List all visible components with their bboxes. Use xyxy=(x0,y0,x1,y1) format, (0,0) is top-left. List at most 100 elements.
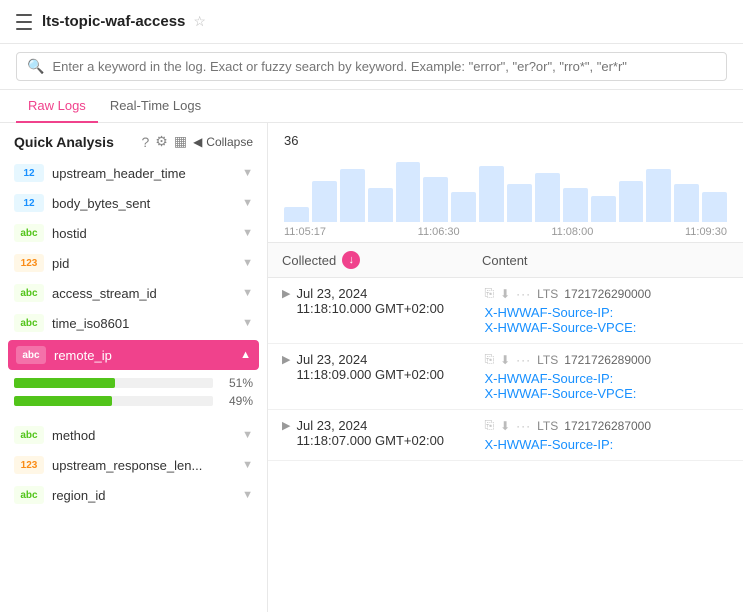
sidebar-item-method[interactable]: abc method ▼ xyxy=(0,420,267,450)
page-title: lts-topic-waf-access xyxy=(42,13,185,30)
download-icon[interactable]: ⬇ xyxy=(500,419,510,433)
type-badge: abc xyxy=(14,486,44,504)
settings-icon[interactable]: ⚙ xyxy=(155,133,168,150)
log-date: Jul 23, 2024 xyxy=(296,286,484,301)
item-name: method xyxy=(52,428,238,443)
sidebar-item-access-stream-id[interactable]: abc access_stream_id ▼ xyxy=(0,278,267,308)
log-right: ⎘ ⬇ ··· LTS 1721726287000 X-HWWAF-Source… xyxy=(484,418,729,452)
tab-raw-logs[interactable]: Raw Logs xyxy=(16,90,98,123)
item-name: time_iso8601 xyxy=(52,316,238,331)
bar-fill xyxy=(14,396,112,406)
chart-bar xyxy=(423,177,448,222)
bar-track xyxy=(14,396,213,406)
search-icon: 🔍 xyxy=(27,58,44,75)
sidebar-item-remote-ip[interactable]: abc remote_ip ▲ xyxy=(8,340,259,370)
type-badge: 123 xyxy=(14,254,44,272)
log-right: ⎘ ⬇ ··· LTS 1721726290000 X-HWWAF-Source… xyxy=(484,286,729,335)
chart-bar xyxy=(535,173,560,222)
sidebar-item-pid[interactable]: 123 pid ▼ xyxy=(0,248,267,278)
tab-realtime-logs[interactable]: Real-Time Logs xyxy=(98,90,213,123)
sidebar-item-upstream-response-len[interactable]: 123 upstream_response_len... ▼ xyxy=(0,450,267,480)
log-date: Jul 23, 2024 xyxy=(296,352,484,367)
chart-bar xyxy=(563,188,588,222)
type-badge: abc xyxy=(14,284,44,302)
log-time: Jul 23, 2024 11:18:07.000 GMT+02:00 xyxy=(296,418,484,448)
bar-track xyxy=(14,378,213,388)
more-icon[interactable]: ··· xyxy=(516,419,531,433)
chart-bar xyxy=(340,169,365,222)
dropdown-icon: ▼ xyxy=(242,287,253,299)
download-icon[interactable]: ⬇ xyxy=(500,287,510,301)
type-badge: abc xyxy=(14,314,44,332)
layout-icon[interactable]: ▦ xyxy=(174,133,187,150)
item-name: access_stream_id xyxy=(52,286,238,301)
type-badge: abc xyxy=(16,346,46,364)
download-icon[interactable]: ⬇ xyxy=(500,353,510,367)
sidebar-item-hostid[interactable]: abc hostid ▼ xyxy=(0,218,267,248)
chart-bar xyxy=(702,192,727,222)
lts-badge: LTS xyxy=(537,287,558,301)
dropdown-icon: ▼ xyxy=(242,257,253,269)
log-meta: ⎘ ⬇ ··· LTS 1721726289000 xyxy=(484,352,729,367)
chart-bar xyxy=(368,188,393,222)
more-icon[interactable]: ··· xyxy=(516,353,531,367)
item-name: region_id xyxy=(52,488,238,503)
expand-icon[interactable]: ▶ xyxy=(282,353,290,366)
chart-bar xyxy=(591,196,616,222)
sidebar-item-region-id[interactable]: abc region_id ▼ xyxy=(0,480,267,510)
row-main: ▶ Jul 23, 2024 11:18:09.000 GMT+02:00 ⎘ … xyxy=(282,352,729,401)
copy-icon[interactable]: ⎘ xyxy=(484,286,494,301)
item-name: pid xyxy=(52,256,238,271)
item-name: remote_ip xyxy=(54,348,236,363)
chart-bars xyxy=(284,152,727,222)
log-field: X-HWWAF-Source-VPCE: xyxy=(484,386,729,401)
bar-pct: 49% xyxy=(221,394,253,408)
collapse-button[interactable]: ◀ Collapse xyxy=(193,135,253,149)
sort-button[interactable]: ↓ xyxy=(342,251,360,269)
search-input[interactable] xyxy=(52,59,716,74)
log-field: X-HWWAF-Source-VPCE: xyxy=(484,320,729,335)
type-badge: 123 xyxy=(14,456,44,474)
expand-icon[interactable]: ▶ xyxy=(282,287,290,300)
table-row: ▶ Jul 23, 2024 11:18:09.000 GMT+02:00 ⎘ … xyxy=(268,344,743,410)
collapse-icon: ◀ xyxy=(193,135,202,149)
type-badge: abc xyxy=(14,224,44,242)
log-date: Jul 23, 2024 xyxy=(296,418,484,433)
chart-times: 11:05:17 11:06:30 11:08:00 11:09:30 xyxy=(284,226,727,238)
dropdown-icon: ▼ xyxy=(242,197,253,209)
favorite-icon[interactable]: ☆ xyxy=(193,13,206,30)
chart-bar xyxy=(396,162,421,222)
chart-bar xyxy=(312,181,337,222)
app-header: lts-topic-waf-access ☆ xyxy=(0,0,743,44)
dropdown-icon: ▼ xyxy=(242,459,253,471)
log-meta: ⎘ ⬇ ··· LTS 1721726287000 xyxy=(484,418,729,433)
log-field: X-HWWAF-Source-IP: xyxy=(484,437,729,452)
chart-bar xyxy=(479,166,504,222)
type-badge: abc xyxy=(14,426,44,444)
sidebar-item-body-bytes-sent[interactable]: 12 body_bytes_sent ▼ xyxy=(0,188,267,218)
chart-bar xyxy=(674,184,699,222)
expand-icon[interactable]: ▶ xyxy=(282,419,290,432)
col-collected: Collected ↓ xyxy=(282,251,482,269)
type-badge: 12 xyxy=(14,194,44,212)
dropdown-icon: ▼ xyxy=(242,227,253,239)
copy-icon[interactable]: ⎘ xyxy=(484,418,494,433)
chart-count: 36 xyxy=(284,133,727,148)
log-fields: X-HWWAF-Source-IP: xyxy=(484,437,729,452)
copy-icon[interactable]: ⎘ xyxy=(484,352,494,367)
bar-chart-section: 51% 49% xyxy=(0,372,267,420)
log-timestamp: 11:18:09.000 GMT+02:00 xyxy=(296,367,484,382)
log-fields: X-HWWAF-Source-IP: X-HWWAF-Source-VPCE: xyxy=(484,371,729,401)
dropdown-icon: ▼ xyxy=(242,489,253,501)
sidebar-title: Quick Analysis xyxy=(14,134,114,150)
sidebar-item-upstream-header-time[interactable]: 12 upstream_header_time ▼ xyxy=(0,158,267,188)
lts-badge: LTS xyxy=(537,353,558,367)
sidebar-item-time-iso8601[interactable]: abc time_iso8601 ▼ xyxy=(0,308,267,338)
more-icon[interactable]: ··· xyxy=(516,287,531,301)
dropdown-icon: ▼ xyxy=(242,429,253,441)
help-icon[interactable]: ? xyxy=(141,134,149,150)
menu-icon[interactable] xyxy=(16,14,32,30)
bar-row-0: 51% xyxy=(14,376,253,390)
search-input-wrap[interactable]: 🔍 xyxy=(16,52,727,81)
chart-bar xyxy=(646,169,671,222)
